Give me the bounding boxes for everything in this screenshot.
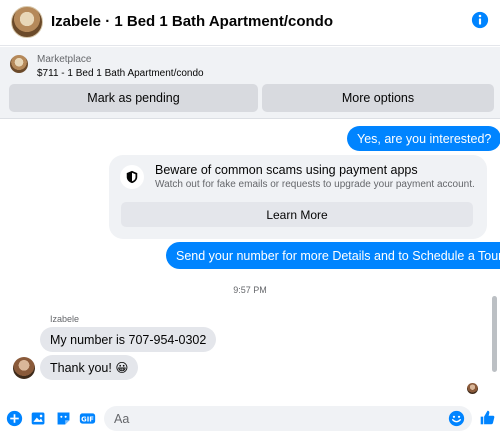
gif-icon[interactable]: GIF <box>79 410 96 427</box>
incoming-message[interactable]: Thank you! 😀 <box>40 355 139 380</box>
warning-text: Watch out for fake emails or requests to… <box>155 179 475 190</box>
sender-name: Izabele <box>50 314 80 324</box>
warning-title: Beware of common scams using payment app… <box>155 163 418 177</box>
listing-avatar[interactable] <box>11 6 43 38</box>
avatar[interactable] <box>13 357 35 379</box>
svg-text:GIF: GIF <box>81 415 94 423</box>
outgoing-message[interactable]: Send your number for more Details and to… <box>166 242 500 269</box>
scam-warning-card: Beware of common scams using payment app… <box>109 155 487 239</box>
outgoing-message[interactable]: Yes, are you interested? <box>347 126 500 151</box>
incoming-message[interactable]: My number is 707-954-0302 <box>40 327 217 352</box>
chat-title[interactable]: Izabele · 1 Bed 1 Bath Apartment/condo <box>51 13 333 30</box>
message-timestamp: 9:57 PM <box>233 285 267 295</box>
scrollbar[interactable] <box>492 296 497 372</box>
more-options-button[interactable]: More options <box>262 84 494 112</box>
marketplace-label: Marketplace <box>37 54 92 65</box>
mark-as-pending-button[interactable]: Mark as pending <box>9 84 258 112</box>
message-input-placeholder: Aa <box>114 412 130 426</box>
read-receipt-avatar <box>467 383 478 394</box>
listing-thumbnail[interactable] <box>10 55 28 73</box>
chat-header: Izabele · 1 Bed 1 Bath Apartment/condo <box>0 0 500 46</box>
plus-icon[interactable] <box>6 410 23 427</box>
message-input[interactable]: Aa <box>104 406 472 431</box>
listing-title[interactable]: $711 - 1 Bed 1 Bath Apartment/condo <box>37 68 204 79</box>
sticker-icon[interactable] <box>55 410 72 427</box>
like-icon[interactable] <box>479 409 496 426</box>
image-icon[interactable] <box>30 410 47 427</box>
composer-bar: GIF Aa <box>0 404 500 431</box>
learn-more-button[interactable]: Learn More <box>121 202 473 227</box>
info-icon[interactable] <box>471 11 489 29</box>
shield-icon <box>120 165 144 189</box>
emoji-icon[interactable] <box>448 410 465 427</box>
